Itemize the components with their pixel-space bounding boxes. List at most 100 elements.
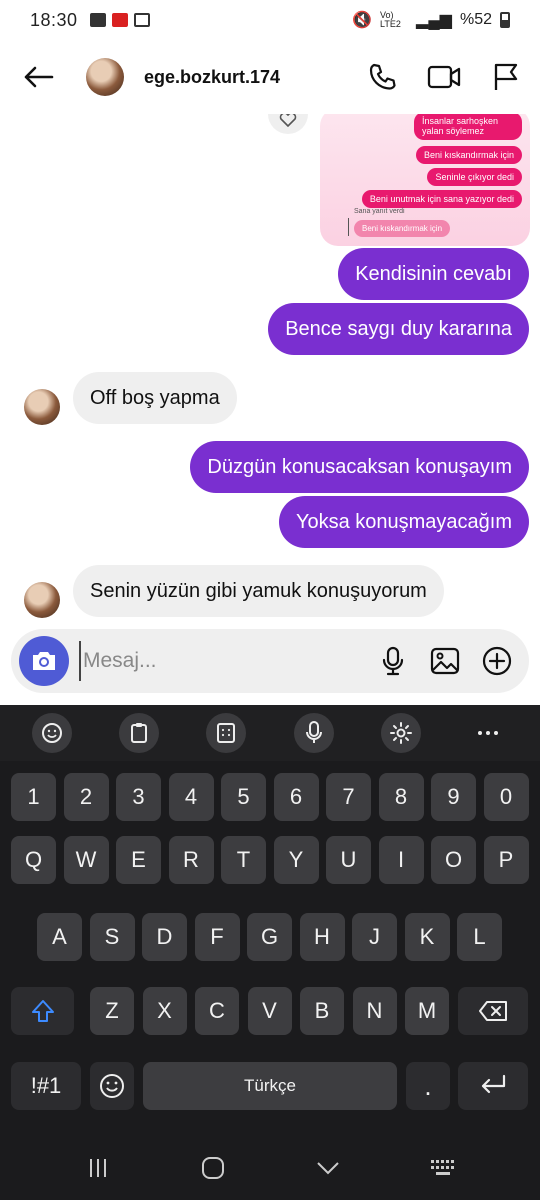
key-3[interactable]: 3 (116, 773, 161, 821)
key-k[interactable]: K (404, 913, 450, 961)
key-w[interactable]: W (63, 836, 109, 884)
key-2[interactable]: 2 (63, 773, 109, 821)
mute-icon: 🔇 (352, 12, 373, 29)
reaction-badge[interactable] (268, 114, 308, 134)
profile-avatar[interactable] (86, 58, 124, 96)
key-g[interactable]: G (247, 913, 292, 961)
incoming-message[interactable]: Senin yüzün gibi yamuk konuşuyorum (73, 565, 444, 617)
voice-input-button[interactable] (293, 713, 334, 753)
story-bubble: İnsanlar sarhoşken yalan söylemez (414, 114, 522, 140)
back-arrow-icon (24, 66, 54, 88)
emoji-panel-button[interactable] (31, 713, 72, 753)
key-v[interactable]: V (247, 987, 292, 1035)
backspace-key[interactable] (458, 987, 528, 1035)
key-z[interactable]: Z (90, 987, 134, 1035)
status-time: 18:30 (30, 9, 78, 30)
home-button[interactable] (193, 1148, 233, 1188)
key-t[interactable]: T (221, 836, 266, 884)
key-9[interactable]: 9 (431, 773, 476, 821)
number-row: 1234567890 (0, 773, 540, 833)
symbols-key[interactable]: !#1 (11, 1062, 81, 1110)
more-tools-button[interactable] (468, 713, 508, 753)
key-c[interactable]: C (195, 987, 239, 1035)
camera-button[interactable] (19, 636, 69, 686)
camera-icon (33, 652, 55, 670)
sender-avatar[interactable] (24, 389, 60, 425)
emoji-key[interactable] (90, 1062, 134, 1110)
story-bubble: Beni kıskandırmak için (415, 146, 522, 164)
key-l[interactable]: L (457, 913, 502, 961)
shift-key[interactable] (11, 987, 74, 1035)
voice-call-button[interactable] (364, 59, 400, 95)
clipboard-button[interactable] (118, 713, 159, 753)
key-h[interactable]: H (299, 913, 345, 961)
keyboard-switch-button[interactable] (423, 1148, 463, 1188)
image-icon (430, 647, 460, 675)
outgoing-message[interactable]: Yoksa konuşmayacağım (278, 496, 529, 548)
microphone-icon (382, 646, 404, 676)
app-notification-icon (111, 13, 128, 27)
video-call-button[interactable] (426, 59, 462, 95)
incoming-message[interactable]: Off boş yapma (73, 372, 237, 424)
gallery-notification-icon (89, 13, 106, 27)
key-5[interactable]: 5 (221, 773, 266, 821)
smiley-icon (100, 1074, 124, 1098)
key-0[interactable]: 0 (483, 773, 529, 821)
report-button[interactable] (488, 59, 524, 95)
phone-icon (369, 63, 396, 90)
key-4[interactable]: 4 (168, 773, 214, 821)
key-m[interactable]: M (405, 987, 449, 1035)
chat-username[interactable]: ege.bozkurt.174 (144, 67, 280, 88)
back-button[interactable] (16, 55, 60, 99)
key-7[interactable]: 7 (326, 773, 371, 821)
notification-icons (89, 13, 150, 27)
outgoing-message[interactable]: Kendisinin cevabı (338, 248, 529, 300)
message-input[interactable] (79, 641, 349, 681)
key-u[interactable]: U (326, 836, 371, 884)
hide-keyboard-button[interactable] (308, 1148, 348, 1188)
key-6[interactable]: 6 (273, 773, 319, 821)
keyboard: 1234567890 QWERTYUIOP ASDFGHJKL ZXCVBNM … (0, 705, 540, 1200)
key-e[interactable]: E (116, 836, 161, 884)
message-composer (11, 629, 529, 693)
story-reply-card[interactable]: İnsanlar sarhoşken yalan söylemez Beni k… (320, 114, 530, 246)
enter-key[interactable] (458, 1062, 528, 1110)
period-key[interactable]: . (406, 1062, 450, 1110)
keypad-button[interactable] (206, 713, 247, 753)
message-list[interactable]: İnsanlar sarhoşken yalan söylemez Beni k… (0, 114, 540, 626)
keyboard-icon (430, 1160, 454, 1175)
key-1[interactable]: 1 (11, 773, 56, 821)
key-a[interactable]: A (37, 913, 82, 961)
key-i[interactable]: I (378, 836, 424, 884)
key-y[interactable]: Y (273, 836, 319, 884)
sender-avatar[interactable] (24, 582, 60, 618)
chat-header: ege.bozkurt.174 (0, 40, 540, 114)
key-d[interactable]: D (142, 913, 187, 961)
key-x[interactable]: X (142, 987, 187, 1035)
key-r[interactable]: R (168, 836, 214, 884)
voice-message-button[interactable] (377, 645, 409, 677)
key-o[interactable]: O (431, 836, 476, 884)
key-8[interactable]: 8 (378, 773, 424, 821)
key-f[interactable]: F (194, 913, 240, 961)
key-n[interactable]: N (352, 987, 397, 1035)
more-options-button[interactable] (481, 645, 513, 677)
top-letter-row: QWERTYUIOP (0, 836, 540, 896)
heart-outline-icon (279, 114, 297, 127)
keypad-icon (217, 723, 236, 743)
key-b[interactable]: B (300, 987, 344, 1035)
story-bubble: Beni unutmak için sana yazıyor dedi (361, 190, 522, 208)
microphone-icon (305, 721, 322, 743)
dm-screen: 18:30 🔇 Vo) LTE2 ▂▄▆ %52 ege.bozkurt.174 (0, 0, 540, 1200)
keyboard-settings-button[interactable] (380, 713, 421, 753)
key-s[interactable]: S (89, 913, 135, 961)
key-p[interactable]: P (483, 836, 529, 884)
outgoing-message[interactable]: Bence saygı duy kararına (268, 303, 529, 355)
outgoing-message[interactable]: Düzgün konusacaksan konuşayım (190, 441, 529, 493)
gallery-button[interactable] (429, 645, 461, 677)
space-key[interactable]: Türkçe (143, 1062, 397, 1110)
key-q[interactable]: Q (11, 836, 56, 884)
key-j[interactable]: J (352, 913, 397, 961)
bottom-letter-row: ZXCVBNM (0, 987, 540, 1047)
recent-apps-button[interactable] (78, 1148, 118, 1188)
